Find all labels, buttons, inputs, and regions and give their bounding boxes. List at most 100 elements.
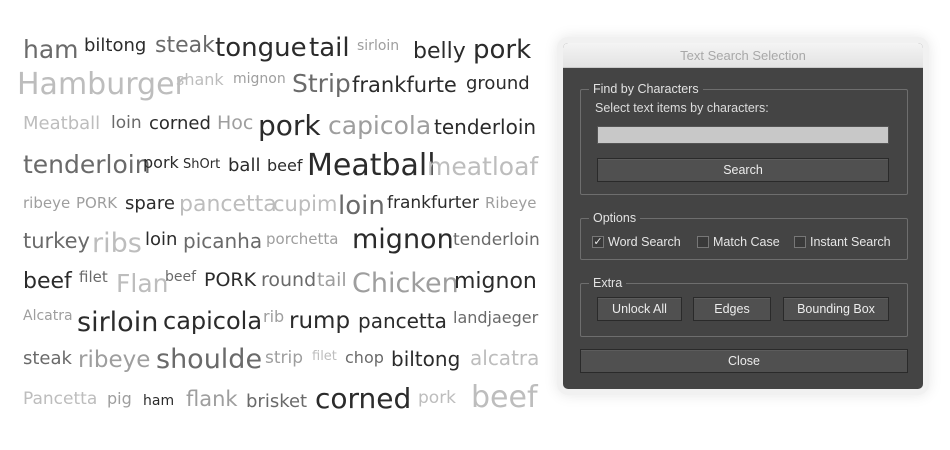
cloud-word[interactable]: beef: [471, 383, 538, 413]
cloud-word[interactable]: beef: [267, 158, 302, 174]
cloud-word[interactable]: pork: [143, 155, 179, 171]
dialog-title: Text Search Selection: [680, 47, 806, 63]
word-search-label: Word Search: [608, 235, 681, 249]
cloud-word[interactable]: ham: [23, 37, 79, 62]
cloud-word[interactable]: capicola: [328, 113, 431, 138]
checkbox-box: [794, 236, 806, 248]
cloud-word[interactable]: sirloin: [357, 39, 399, 53]
cloud-word[interactable]: rump: [289, 310, 350, 333]
cloud-word[interactable]: Chicken: [352, 270, 459, 297]
search-button-label: Search: [723, 163, 763, 177]
cloud-word[interactable]: Alcatra: [23, 309, 73, 323]
cloud-word[interactable]: biltong: [84, 37, 146, 55]
cloud-word[interactable]: ham: [143, 394, 174, 408]
edges-label: Edges: [714, 302, 750, 316]
match-case-checkbox[interactable]: Match Case: [697, 235, 780, 249]
cloud-word[interactable]: tenderloin: [434, 117, 536, 137]
edges-button[interactable]: Edges: [693, 297, 771, 321]
cloud-word[interactable]: shoulde: [156, 346, 262, 373]
unlock-all-button[interactable]: Unlock All: [597, 297, 682, 321]
dialog-title-bar[interactable]: Text Search Selection: [563, 43, 923, 68]
cloud-word[interactable]: biltong: [391, 349, 460, 369]
word-search-checkbox[interactable]: ✓ Word Search: [592, 235, 681, 249]
cloud-word[interactable]: alcatra: [470, 348, 539, 368]
cloud-word[interactable]: mignon: [233, 72, 286, 86]
cloud-word[interactable]: landjaeger: [453, 310, 538, 326]
bounding-box-button[interactable]: Bounding Box: [783, 297, 889, 321]
cloud-word[interactable]: porchetta: [266, 232, 338, 247]
cloud-word[interactable]: sirloin: [77, 309, 158, 336]
bounding-box-label: Bounding Box: [797, 302, 875, 316]
close-button[interactable]: Close: [580, 349, 908, 373]
cloud-word[interactable]: loin: [338, 193, 385, 219]
cloud-word[interactable]: rib: [263, 309, 284, 325]
cloud-word[interactable]: picanha: [183, 231, 262, 251]
cloud-word[interactable]: turkey: [23, 231, 90, 252]
cloud-word[interactable]: Meatball: [307, 151, 436, 181]
options-group-legend: Options: [589, 211, 641, 225]
instant-search-checkbox[interactable]: Instant Search: [794, 235, 891, 249]
cloud-word[interactable]: steak: [23, 350, 72, 368]
cloud-word[interactable]: PORK: [204, 271, 256, 290]
cloud-word[interactable]: Strip: [292, 71, 351, 96]
cloud-word[interactable]: capicola: [163, 309, 262, 333]
extra-group-legend: Extra: [589, 276, 627, 290]
match-case-label: Match Case: [713, 235, 780, 249]
cloud-word[interactable]: pork: [418, 390, 456, 407]
cloud-word[interactable]: Hamburger: [17, 70, 187, 100]
cloud-word[interactable]: tenderloin: [453, 232, 540, 249]
cloud-word[interactable]: pork: [258, 112, 321, 140]
cloud-word[interactable]: chop: [345, 350, 384, 366]
cloud-word[interactable]: loin: [145, 231, 177, 249]
cloud-word[interactable]: pancetta: [358, 311, 447, 331]
cloud-word[interactable]: Meatball: [23, 115, 100, 133]
cloud-word[interactable]: corned: [315, 385, 411, 413]
cloud-word[interactable]: frankfurter: [387, 195, 479, 212]
search-button[interactable]: Search: [597, 158, 889, 182]
cloud-word[interactable]: Flan: [116, 271, 169, 296]
cloud-word[interactable]: brisket: [246, 393, 307, 411]
cloud-word[interactable]: steak: [155, 35, 215, 57]
cloud-word[interactable]: cupim: [273, 194, 337, 215]
cloud-word[interactable]: ribeye: [78, 349, 150, 372]
cloud-word[interactable]: mignon: [352, 226, 454, 253]
cloud-word[interactable]: beef: [165, 270, 196, 284]
cloud-word[interactable]: ribeye: [23, 196, 70, 211]
cloud-word[interactable]: strip: [265, 350, 303, 367]
cloud-word[interactable]: tail: [317, 271, 347, 290]
cloud-word[interactable]: flank: [186, 389, 238, 410]
cloud-word[interactable]: tongue: [215, 35, 307, 61]
search-characters-input[interactable]: [597, 126, 889, 144]
options-group: Options ✓ Word Search Match Case Instant…: [580, 211, 908, 260]
cloud-word[interactable]: PORK: [76, 196, 117, 211]
cloud-word[interactable]: filet: [79, 270, 108, 285]
cloud-word[interactable]: ShOrt: [183, 158, 220, 171]
cloud-word[interactable]: beef: [23, 271, 72, 293]
cloud-word[interactable]: shank: [176, 72, 224, 88]
cloud-word[interactable]: ball: [228, 157, 260, 175]
cloud-word[interactable]: loin: [111, 115, 142, 132]
text-search-dialog: Text Search Selection Find by Characters…: [563, 43, 923, 389]
cloud-word[interactable]: belly: [413, 41, 466, 63]
close-label: Close: [728, 354, 760, 368]
unlock-all-label: Unlock All: [612, 302, 667, 316]
find-instruction-label: Select text items by characters:: [595, 101, 769, 115]
cloud-word[interactable]: corned: [149, 115, 211, 133]
cloud-word[interactable]: ground: [466, 75, 530, 93]
cloud-word[interactable]: mignon: [454, 271, 537, 293]
cloud-word[interactable]: ribs: [92, 230, 142, 257]
find-by-characters-group: Find by Characters Select text items by …: [580, 82, 908, 195]
cloud-word[interactable]: round: [261, 271, 316, 290]
cloud-word[interactable]: filet: [312, 350, 337, 363]
cloud-word[interactable]: tail: [309, 35, 350, 61]
cloud-word[interactable]: pancetta: [179, 194, 277, 216]
cloud-word[interactable]: meatloaf: [427, 154, 538, 179]
cloud-word[interactable]: pork: [473, 37, 531, 63]
cloud-word[interactable]: Pancetta: [23, 391, 97, 408]
cloud-word[interactable]: tenderloin: [23, 152, 151, 177]
cloud-word[interactable]: frankfurte: [352, 75, 457, 96]
cloud-word[interactable]: Hoc: [217, 114, 253, 133]
cloud-word[interactable]: Ribeye: [485, 196, 536, 211]
cloud-word[interactable]: pig: [107, 391, 132, 407]
cloud-word[interactable]: spare: [125, 195, 175, 213]
